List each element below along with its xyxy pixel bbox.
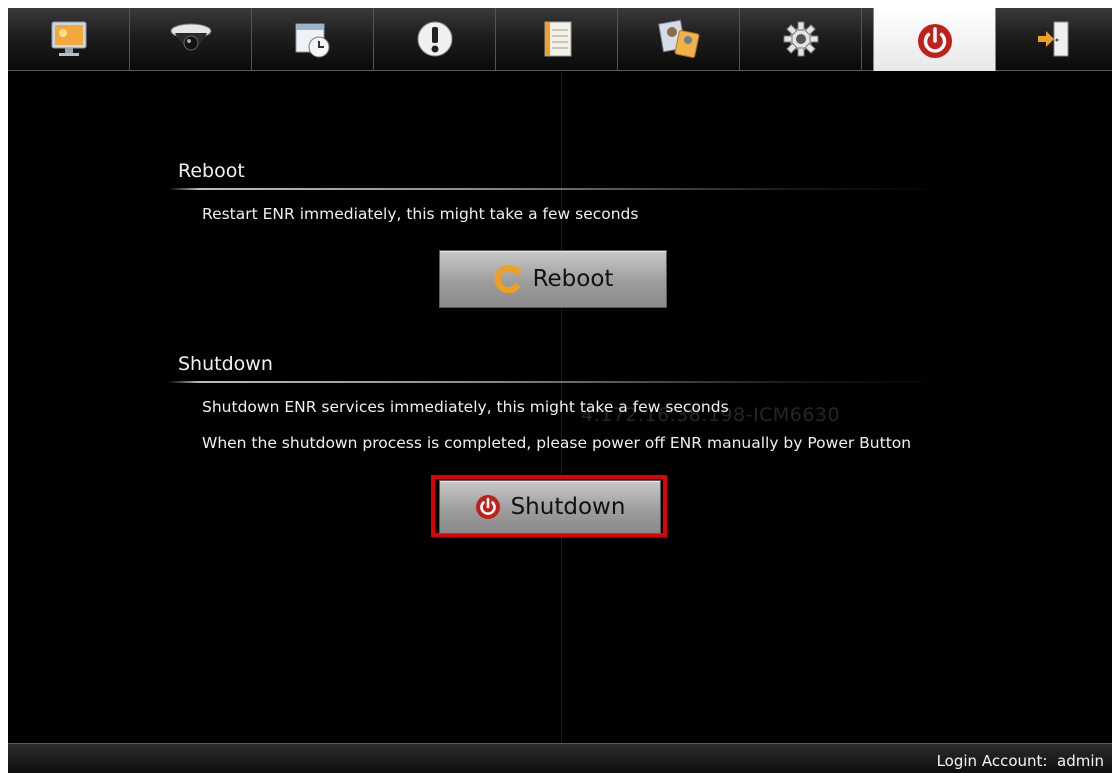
login-account-user: admin [1057, 752, 1104, 770]
shutdown-section-title: Shutdown [178, 353, 273, 375]
alert-icon [415, 19, 455, 59]
logout-icon [1034, 19, 1074, 59]
shutdown-button[interactable]: Shutdown [439, 480, 661, 534]
divider-line [561, 71, 562, 773]
refresh-icon [493, 264, 523, 294]
tab-log[interactable] [496, 8, 618, 70]
log-icon [537, 19, 577, 59]
tab-event[interactable] [374, 8, 496, 70]
power-icon [475, 494, 501, 520]
reboot-description: Restart ENR immediately, this might take… [202, 205, 639, 223]
top-toolbar [8, 8, 1112, 71]
tab-live-view[interactable] [8, 8, 130, 70]
power-icon [915, 20, 955, 60]
monitor-icon [49, 19, 89, 59]
shutdown-divider [168, 381, 948, 383]
reboot-divider [168, 188, 948, 190]
tab-power[interactable] [873, 8, 996, 71]
status-bar: Login Account: admin [8, 743, 1112, 773]
tab-camera[interactable] [130, 8, 252, 70]
login-account: Login Account: admin [937, 752, 1104, 770]
reboot-button[interactable]: Reboot [439, 250, 667, 308]
tab-schedule[interactable] [252, 8, 374, 70]
shutdown-description-1: Shutdown ENR services immediately, this … [202, 398, 729, 416]
schedule-icon [293, 19, 333, 59]
dome-camera-icon [169, 19, 213, 59]
tab-logout[interactable] [995, 8, 1112, 70]
login-account-label: Login Account: [936, 752, 1048, 770]
gear-icon [781, 19, 821, 59]
tab-settings[interactable] [740, 8, 862, 70]
user-account-icon [657, 18, 701, 60]
shutdown-button-label: Shutdown [510, 494, 626, 520]
tab-account[interactable] [618, 8, 740, 70]
shutdown-description-2: When the shutdown process is completed, … [202, 434, 912, 452]
reboot-button-label: Reboot [532, 266, 614, 292]
app-window: 4.172.16.38.198-ICM6630 Reboot Restart E… [8, 8, 1112, 773]
reboot-section-title: Reboot [178, 160, 245, 182]
